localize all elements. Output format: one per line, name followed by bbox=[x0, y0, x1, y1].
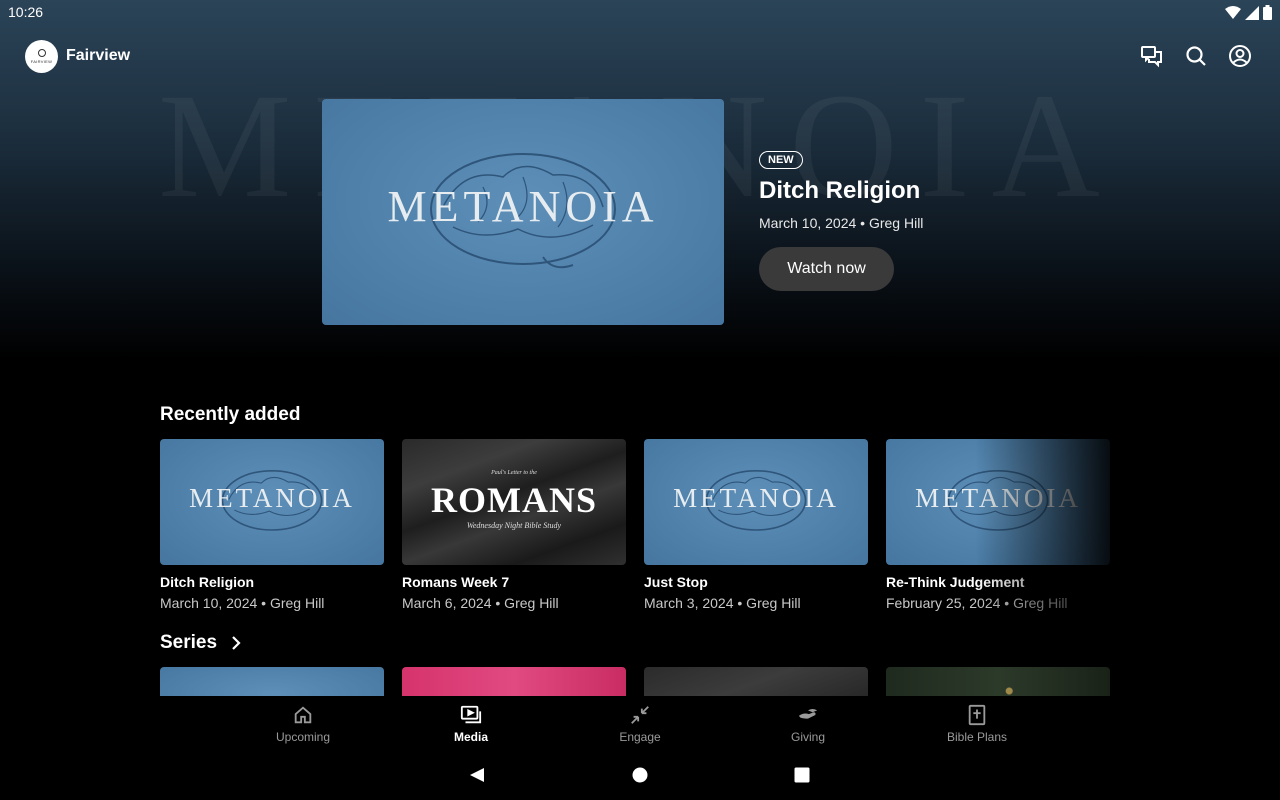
media-card[interactable]: METANOIA Re-Think Judgement February 25,… bbox=[886, 439, 1110, 611]
series-list bbox=[160, 667, 1110, 696]
media-icon bbox=[460, 705, 482, 724]
account-icon[interactable] bbox=[1228, 44, 1252, 68]
giving-icon bbox=[798, 709, 818, 719]
church-logo[interactable]: FAIRVIEW bbox=[25, 40, 58, 73]
recents-icon[interactable] bbox=[794, 767, 810, 783]
media-card[interactable]: METANOIA Ditch Religion March 10, 2024 •… bbox=[160, 439, 384, 611]
series-heading-label: Series bbox=[160, 632, 218, 653]
media-thumbnail: Paul's Letter to the ROMANS Wednesday Ni… bbox=[402, 439, 626, 565]
media-thumbnail: METANOIA bbox=[886, 439, 1110, 565]
nav-label: Engage bbox=[619, 730, 661, 744]
media-title: Ditch Religion bbox=[160, 574, 255, 590]
recently-added-list: METANOIA Ditch Religion March 10, 2024 •… bbox=[160, 439, 1110, 611]
metanoia-artwork bbox=[160, 667, 384, 696]
engage-icon bbox=[631, 706, 649, 724]
thumbnail-word: METANOIA bbox=[189, 483, 355, 513]
bottom-navigation: Upcoming Media Engage Giving Bible Plans bbox=[0, 696, 1280, 750]
pink-artwork bbox=[402, 667, 626, 696]
home-icon bbox=[294, 706, 312, 724]
status-icons bbox=[1225, 5, 1272, 20]
signal-icon bbox=[1245, 5, 1259, 20]
romans-pre-text: Paul's Letter to the bbox=[491, 470, 537, 476]
hero-title: Ditch Religion bbox=[759, 177, 921, 204]
featured-media-thumbnail[interactable]: METANOIA bbox=[322, 99, 724, 325]
metanoia-artwork: METANOIA bbox=[160, 439, 384, 565]
metanoia-artwork: METANOIA bbox=[886, 439, 1110, 565]
series-thumbnail bbox=[402, 667, 626, 696]
nav-item-upcoming[interactable]: Upcoming bbox=[243, 704, 363, 744]
series-card[interactable] bbox=[160, 667, 384, 696]
hero-info: NEW Ditch Religion March 10, 2024 • Greg… bbox=[759, 150, 923, 291]
search-icon[interactable] bbox=[1184, 44, 1208, 68]
home-button-icon[interactable] bbox=[632, 767, 648, 783]
bokeh-artwork bbox=[886, 667, 1110, 696]
media-meta: March 3, 2024 • Greg Hill bbox=[644, 595, 801, 611]
media-title: Just Stop bbox=[644, 574, 708, 590]
thumbnail-word: METANOIA bbox=[673, 483, 839, 513]
media-meta: March 6, 2024 • Greg Hill bbox=[402, 595, 559, 611]
metanoia-artwork: METANOIA bbox=[644, 439, 868, 565]
logo-text: FAIRVIEW bbox=[30, 59, 53, 64]
bible-icon bbox=[968, 704, 986, 726]
metanoia-artwork: METANOIA bbox=[322, 99, 724, 325]
series-card[interactable] bbox=[644, 667, 868, 696]
series-card[interactable] bbox=[886, 667, 1110, 696]
chevron-right-icon bbox=[232, 636, 241, 650]
media-meta: February 25, 2024 • Greg Hill bbox=[886, 595, 1068, 611]
watch-now-button[interactable]: Watch now bbox=[759, 247, 894, 291]
media-title: Re-Think Judgement bbox=[886, 574, 1025, 590]
nav-label: Media bbox=[453, 730, 488, 744]
recently-added-heading: Recently added bbox=[160, 404, 301, 425]
series-thumbnail bbox=[644, 667, 868, 696]
media-thumbnail: METANOIA bbox=[644, 439, 868, 565]
new-badge: NEW bbox=[759, 151, 803, 169]
series-card[interactable] bbox=[402, 667, 626, 696]
hero-meta: March 10, 2024 • Greg Hill bbox=[759, 215, 924, 231]
app-title: Fairview bbox=[66, 47, 131, 64]
hero-art-word: METANOIA bbox=[387, 182, 659, 231]
media-card[interactable]: Paul's Letter to the ROMANS Wednesday Ni… bbox=[402, 439, 626, 611]
system-navigation-bar bbox=[0, 750, 1280, 800]
logo-mark-icon bbox=[37, 49, 46, 57]
wifi-icon bbox=[1225, 5, 1241, 19]
media-title: Romans Week 7 bbox=[402, 574, 510, 590]
top-app-bar: FAIRVIEW Fairview bbox=[0, 36, 1280, 76]
series-thumbnail bbox=[886, 667, 1110, 696]
status-time: 10:26 bbox=[8, 4, 44, 20]
nav-label: Bible Plans bbox=[946, 730, 1008, 744]
nav-item-giving[interactable]: Giving bbox=[748, 704, 868, 744]
nav-item-engage[interactable]: Engage bbox=[580, 704, 700, 744]
nav-label: Giving bbox=[790, 730, 825, 744]
romans-artwork: Paul's Letter to the ROMANS Wednesday Ni… bbox=[402, 439, 626, 565]
nav-label: Upcoming bbox=[275, 730, 331, 744]
media-meta: March 10, 2024 • Greg Hill bbox=[160, 595, 325, 611]
romans-title-text: ROMANS bbox=[431, 480, 597, 520]
media-card[interactable]: METANOIA Just Stop March 3, 2024 • Greg … bbox=[644, 439, 868, 611]
media-thumbnail: METANOIA bbox=[160, 439, 384, 565]
back-icon[interactable] bbox=[469, 767, 485, 783]
nav-item-bible-plans[interactable]: Bible Plans bbox=[917, 704, 1037, 744]
romans-sub-text: Wednesday Night Bible Study bbox=[466, 521, 562, 530]
status-bar: 10:26 bbox=[0, 0, 1280, 24]
series-heading[interactable]: Series bbox=[160, 632, 241, 654]
series-thumbnail bbox=[160, 667, 384, 696]
nav-item-media[interactable]: Media bbox=[411, 704, 531, 744]
top-actions bbox=[1140, 44, 1252, 68]
thumbnail-word: METANOIA bbox=[915, 483, 1081, 513]
battery-icon bbox=[1263, 5, 1272, 20]
dark-artwork bbox=[644, 667, 868, 696]
chat-icon[interactable] bbox=[1140, 44, 1164, 68]
